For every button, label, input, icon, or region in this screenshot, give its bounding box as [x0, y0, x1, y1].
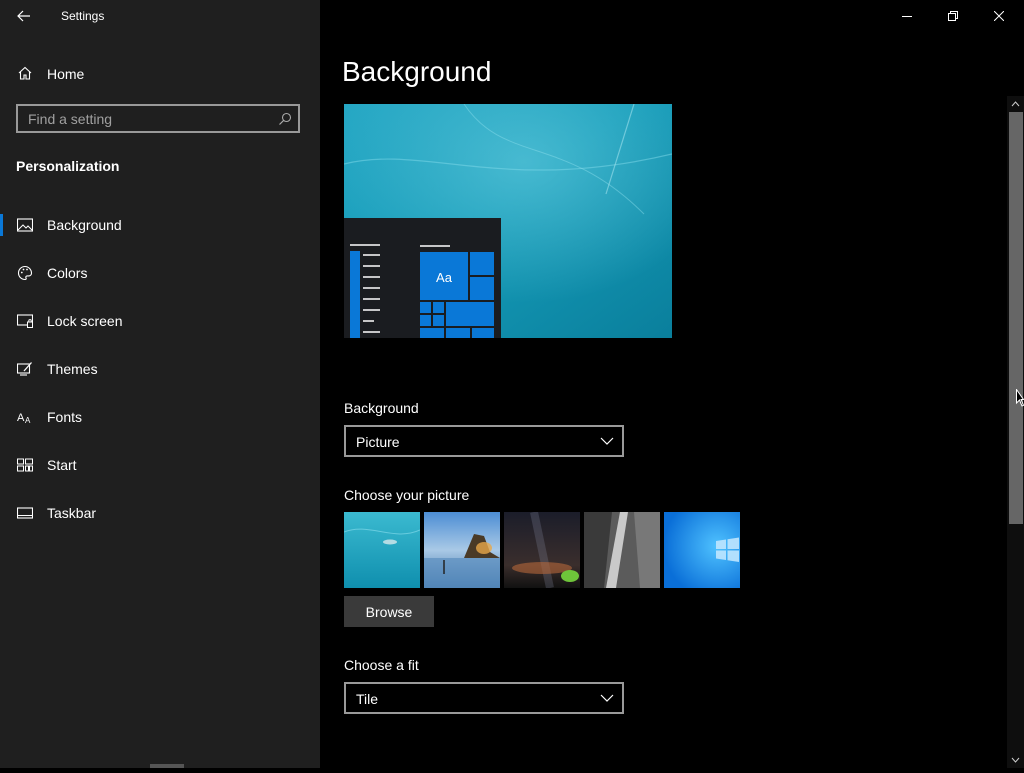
sidebar-item-themes[interactable]: Themes [0, 349, 320, 389]
home-label: Home [47, 66, 85, 82]
palette-icon [16, 264, 34, 282]
sidebar-item-label: Taskbar [47, 505, 97, 521]
chevron-down-icon [1011, 757, 1020, 763]
svg-text:A: A [17, 412, 25, 424]
picture-thumbnail[interactable] [664, 512, 740, 588]
sidebar: Settings Home Personalization Background [0, 0, 320, 768]
preview-tile-label: Aa [436, 270, 453, 285]
main-content: Background Aa Background Picture Choose … [320, 0, 1024, 768]
svg-text:A: A [25, 416, 31, 424]
background-dropdown[interactable]: Picture [344, 425, 624, 457]
picture-icon [16, 216, 34, 234]
sidebar-item-label: Colors [47, 265, 88, 281]
scroll-up-button[interactable] [1007, 96, 1024, 112]
minimize-icon [902, 16, 912, 17]
background-dropdown-value: Picture [356, 434, 400, 450]
back-arrow-icon [17, 10, 30, 22]
sidebar-item-label: Start [47, 457, 77, 473]
title-bar: Settings [0, 0, 320, 32]
browse-button[interactable]: Browse [344, 596, 434, 627]
sidebar-item-colors[interactable]: Colors [0, 253, 320, 293]
choose-picture-label: Choose your picture [344, 487, 470, 503]
sidebar-item-label: Fonts [47, 409, 83, 425]
sidebar-item-taskbar[interactable]: Taskbar [0, 493, 320, 533]
restore-icon [948, 11, 958, 21]
sidebar-item-label: Lock screen [47, 313, 123, 329]
sidebar-item-background[interactable]: Background [0, 205, 320, 245]
sidebar-item-start[interactable]: Start [0, 445, 320, 485]
fit-dropdown[interactable]: Tile [344, 682, 624, 714]
sidebar-item-fonts[interactable]: A A Fonts [0, 397, 320, 437]
choose-fit-label: Choose a fit [344, 657, 419, 673]
taskbar-icon [16, 504, 34, 522]
chevron-down-icon [600, 694, 614, 702]
minimize-button[interactable] [884, 0, 930, 32]
picture-thumbnail[interactable] [424, 512, 500, 588]
search-input[interactable] [28, 109, 268, 129]
scrollbar-thumb[interactable] [1009, 112, 1023, 524]
scroll-down-button[interactable] [1007, 752, 1024, 768]
app-title: Settings [61, 9, 105, 23]
home-icon [16, 64, 34, 82]
sidebar-item-label: Themes [47, 361, 98, 377]
close-icon [994, 11, 1004, 21]
home-nav-item[interactable]: Home [0, 57, 320, 89]
section-heading: Personalization [16, 158, 120, 174]
background-field-label: Background [344, 400, 419, 416]
mouse-cursor-icon [1016, 389, 1024, 407]
restore-button[interactable] [930, 0, 976, 32]
chevron-down-icon [600, 437, 614, 445]
sidebar-resize-grip [150, 764, 184, 768]
window-controls [884, 0, 1024, 32]
picture-thumbnail[interactable] [504, 512, 580, 588]
close-button[interactable] [976, 0, 1022, 32]
sidebar-item-lock-screen[interactable]: Lock screen [0, 301, 320, 341]
themes-icon [16, 360, 34, 378]
fonts-icon: A A [16, 408, 34, 426]
sidebar-item-label: Background [47, 217, 122, 233]
fit-dropdown-value: Tile [356, 691, 379, 707]
picture-thumbnail[interactable] [584, 512, 660, 588]
lock-screen-icon [16, 312, 34, 330]
search-icon[interactable] [278, 112, 292, 126]
picture-thumbnail[interactable] [344, 512, 420, 588]
back-button[interactable] [8, 0, 40, 32]
picture-thumbnails [344, 512, 744, 588]
page-title: Background [342, 56, 492, 87]
active-indicator [0, 214, 3, 236]
search-box[interactable] [16, 104, 300, 133]
desktop-preview: Aa [344, 104, 672, 338]
chevron-up-icon [1011, 101, 1020, 107]
start-icon [16, 456, 34, 474]
